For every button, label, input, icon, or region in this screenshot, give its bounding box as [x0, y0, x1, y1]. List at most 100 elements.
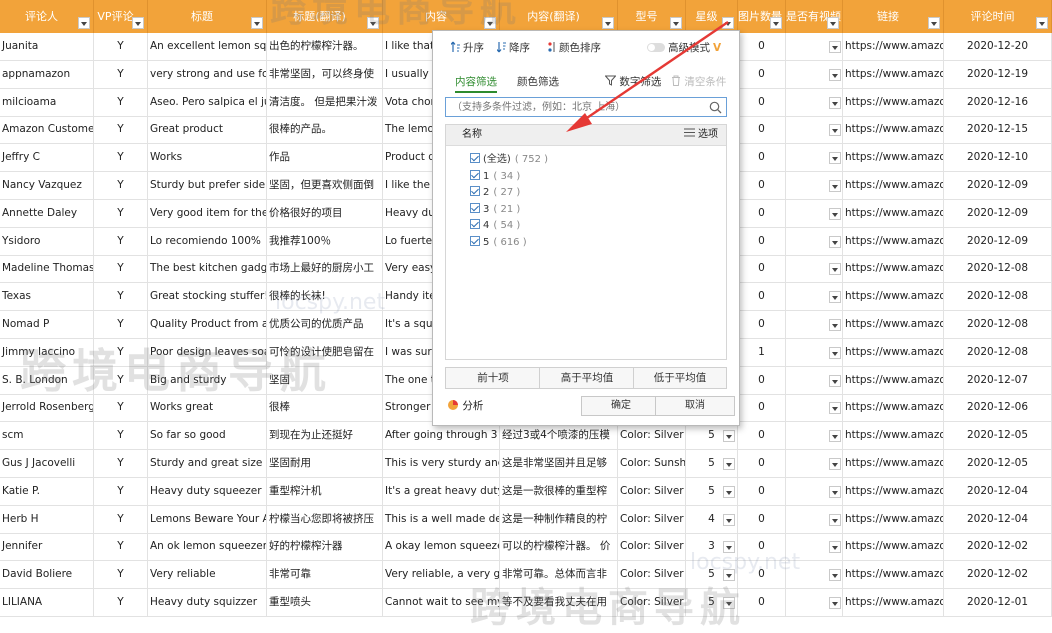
cell-images[interactable]: 0 — [738, 255, 786, 284]
cell-images[interactable]: 0 — [738, 60, 786, 89]
cell-link[interactable]: https://www.amazo — [843, 255, 944, 284]
cell-reviewer[interactable]: Jeffry C — [0, 144, 94, 173]
cell-date[interactable]: 2020-12-06 — [944, 394, 1052, 423]
cell-reviewer[interactable]: David Boliere — [0, 561, 94, 590]
filter-dropdown-icon[interactable] — [928, 17, 940, 29]
checkbox-checked-icon[interactable] — [470, 219, 480, 229]
filter-item[interactable]: 2( 27 ) — [470, 185, 520, 201]
cell-reviewer[interactable]: Katie P. — [0, 477, 94, 506]
cell-images[interactable]: 0 — [738, 199, 786, 228]
cell-reviewer[interactable]: Jerrold Rosenberg — [0, 394, 94, 423]
tab-color-filter[interactable]: 颜色筛选 — [517, 73, 559, 91]
cell-title_tr[interactable]: 市场上最好的厨房小工 — [267, 255, 383, 284]
cell-title_tr[interactable]: 很棒的长袜! — [267, 283, 383, 312]
cell-title_tr[interactable]: 价格很好的项目 — [267, 199, 383, 228]
cell-title_tr[interactable]: 非常可靠 — [267, 561, 383, 590]
above-average-button[interactable]: 高于平均值 — [539, 367, 635, 389]
cell-title_tr[interactable]: 重型榨汁机 — [267, 477, 383, 506]
cell-title_tr[interactable]: 优质公司的优质产品 — [267, 311, 383, 339]
cell-title[interactable]: Works great — [148, 394, 267, 423]
cell-dropdown-icon[interactable] — [723, 597, 735, 609]
cell-images[interactable]: 0 — [738, 311, 786, 339]
cell-vp[interactable]: Y — [94, 533, 148, 562]
cell-reviewer[interactable]: S. B. London — [0, 366, 94, 395]
cell-dropdown-icon[interactable] — [829, 569, 841, 582]
cell-dropdown-icon[interactable] — [829, 513, 841, 526]
cell-reviewer[interactable]: Herb H — [0, 505, 94, 534]
cell-title[interactable]: Aseo. Pero salpica el jug — [148, 88, 267, 117]
cell-title_tr[interactable]: 很棒的产品。 — [267, 116, 383, 145]
cell-date[interactable]: 2020-12-09 — [944, 172, 1052, 200]
cell-content[interactable]: This is a well made dev — [383, 505, 500, 534]
sort-asc-button[interactable]: 升序 — [450, 40, 484, 56]
filter-item[interactable]: 1( 34 ) — [470, 169, 520, 185]
cell-title_tr[interactable]: 好的柠檬榨汁器 — [267, 533, 383, 562]
filter-dropdown-icon[interactable] — [251, 17, 263, 29]
cell-vp[interactable]: Y — [94, 199, 148, 228]
cell-model[interactable]: Color: Silver — [618, 561, 686, 590]
cell-dropdown-icon[interactable] — [829, 68, 841, 81]
sort-desc-button[interactable]: 降序 — [496, 40, 530, 56]
cell-reviewer[interactable]: Jimmy Iaccino — [0, 338, 94, 367]
cell-reviewer[interactable]: appnamazon — [0, 60, 94, 89]
cell-link[interactable]: https://www.amazo — [843, 561, 944, 590]
table-row[interactable]: Gus J Jacovelli Y Sturdy and great size 坚固耐… — [0, 450, 1052, 478]
cell-reviewer[interactable]: Gus J Jacovelli — [0, 450, 94, 478]
cell-vp[interactable]: Y — [94, 422, 148, 451]
cell-model[interactable]: Color: Silver — [618, 477, 686, 506]
cell-title[interactable]: Heavy duty squizzer — [148, 589, 267, 617]
cell-title_tr[interactable]: 坚固耐用 — [267, 450, 383, 478]
header-col-stars[interactable]: 星级 — [686, 0, 738, 33]
cell-content[interactable]: This is very sturdy and b — [383, 450, 500, 478]
cell-date[interactable]: 2020-12-02 — [944, 533, 1052, 562]
cell-link[interactable]: https://www.amazo — [843, 505, 944, 534]
checkbox-checked-icon[interactable] — [470, 153, 480, 163]
cell-title[interactable]: Great stocking stuffer! — [148, 283, 267, 312]
cell-link[interactable]: https://www.amazo — [843, 366, 944, 395]
cell-images[interactable]: 0 — [738, 477, 786, 506]
cell-link[interactable]: https://www.amazo — [843, 394, 944, 423]
cell-title_tr[interactable]: 很棒 — [267, 394, 383, 423]
checkbox-checked-icon[interactable] — [470, 169, 480, 180]
filter-dropdown-icon[interactable] — [367, 17, 379, 29]
cell-date[interactable]: 2020-12-16 — [944, 88, 1052, 117]
cell-title[interactable]: Very reliable — [148, 561, 267, 590]
cell-dropdown-icon[interactable] — [829, 235, 841, 248]
table-row[interactable]: scm Y So far so good 到现在为止还挺好 After going th… — [0, 422, 1052, 451]
header-col-vp[interactable]: VP评论 — [94, 0, 148, 33]
cell-model[interactable]: Color: Silver — [618, 505, 686, 534]
cell-model[interactable]: Color: Silver — [618, 533, 686, 562]
header-col-reviewer[interactable]: 评论人 — [0, 0, 94, 33]
filter-dropdown-icon[interactable] — [827, 17, 839, 29]
cell-reviewer[interactable]: Nomad P — [0, 311, 94, 339]
cell-date[interactable]: 2020-12-08 — [944, 311, 1052, 339]
cell-images[interactable]: 0 — [738, 561, 786, 590]
filter-dropdown-icon[interactable] — [132, 17, 144, 29]
cell-date[interactable]: 2020-12-02 — [944, 561, 1052, 590]
cell-vp[interactable]: Y — [94, 144, 148, 173]
filter-item[interactable]: 4( 54 ) — [470, 218, 520, 234]
cell-dropdown-icon[interactable] — [829, 402, 841, 415]
cell-link[interactable]: https://www.amazo — [843, 338, 944, 367]
cell-dropdown-icon[interactable] — [829, 374, 841, 387]
cell-title[interactable]: Sturdy and great size — [148, 450, 267, 478]
cell-vp[interactable]: Y — [94, 505, 148, 534]
cell-title[interactable]: Works — [148, 144, 267, 173]
cell-title[interactable]: Very good item for the — [148, 199, 267, 228]
filter-search-input[interactable] — [446, 98, 702, 116]
cell-title_tr[interactable]: 到现在为止还挺好 — [267, 422, 383, 451]
filter-item[interactable]: 3( 21 ) — [470, 202, 520, 218]
cell-vp[interactable]: Y — [94, 561, 148, 590]
cell-title[interactable]: So far so good — [148, 422, 267, 451]
cell-link[interactable]: https://www.amazo — [843, 450, 944, 478]
cell-date[interactable]: 2020-12-08 — [944, 283, 1052, 312]
cell-content_tr[interactable]: 这是非常坚固并且足够 — [500, 450, 618, 478]
cell-title_tr[interactable]: 作品 — [267, 144, 383, 173]
cell-dropdown-icon[interactable] — [829, 346, 841, 359]
cell-link[interactable]: https://www.amazo — [843, 477, 944, 506]
cell-vp[interactable]: Y — [94, 589, 148, 617]
cell-images[interactable]: 1 — [738, 338, 786, 367]
cell-content[interactable]: Cannot wait to see my l — [383, 589, 500, 617]
filter-search-box[interactable] — [445, 97, 727, 117]
cell-images[interactable]: 0 — [738, 589, 786, 617]
